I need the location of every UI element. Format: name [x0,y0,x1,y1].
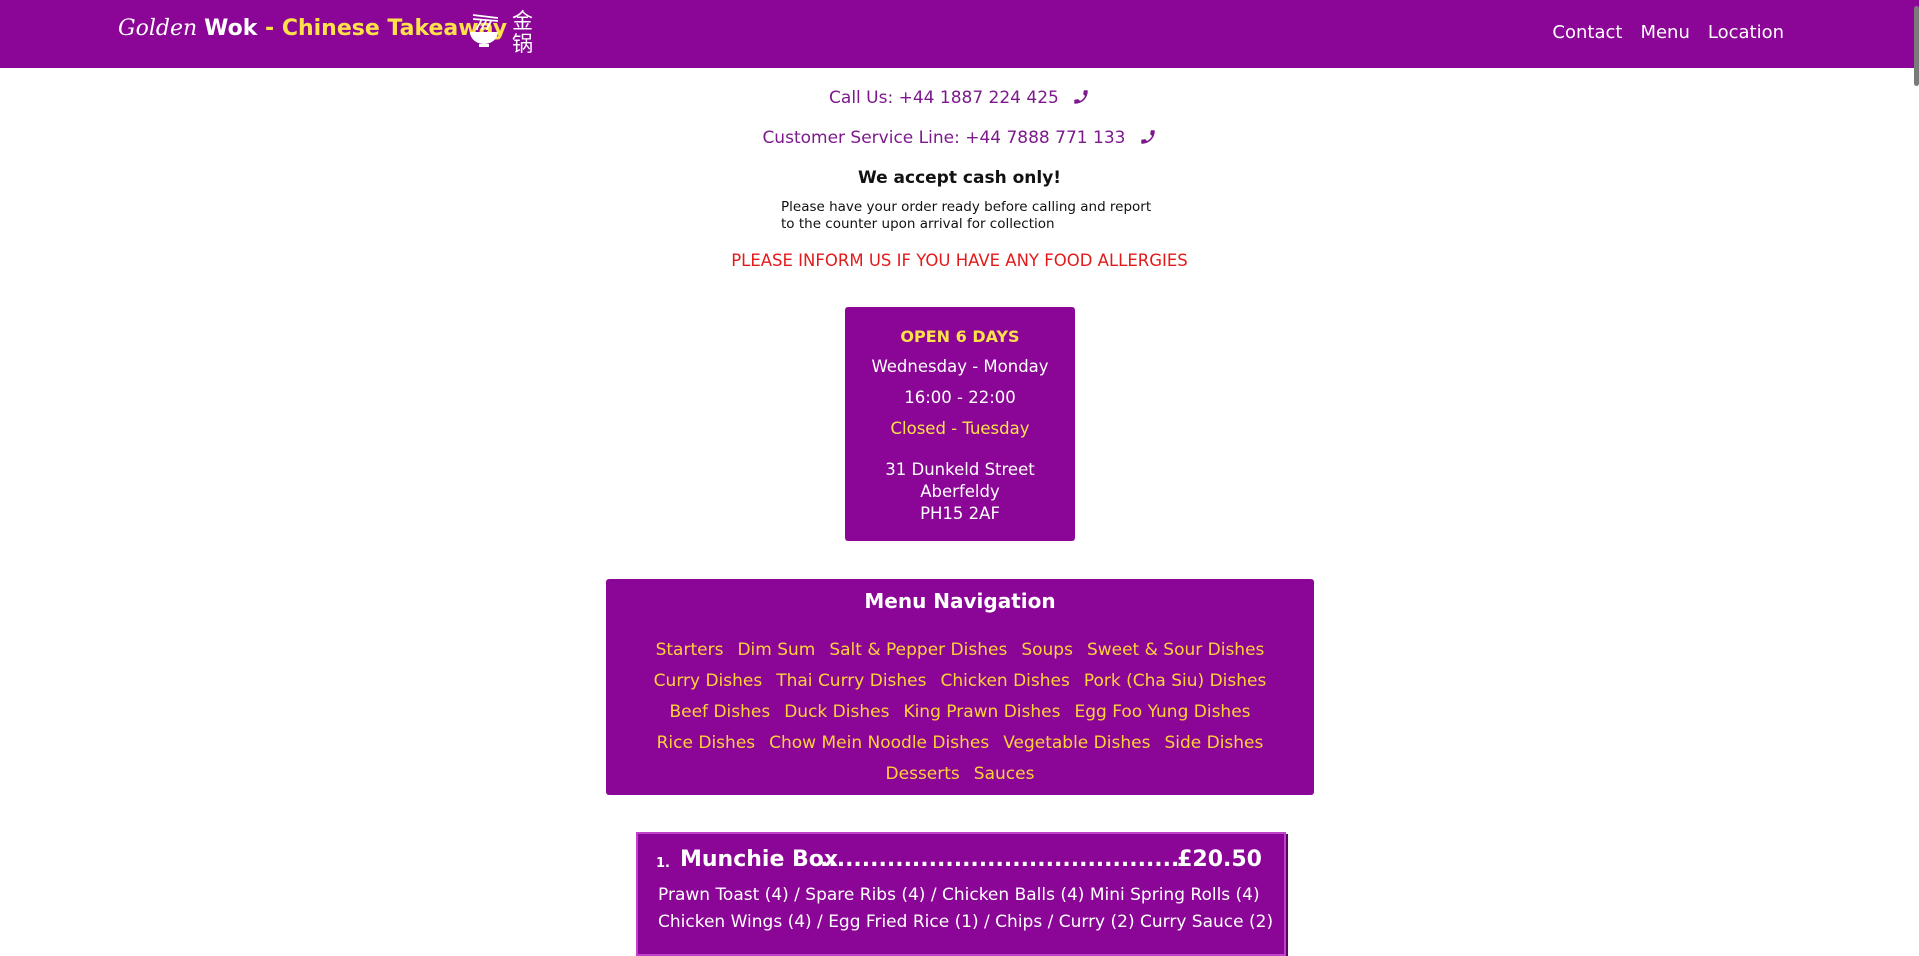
menu-navigation-links: Starters Dim Sum Salt & Pepper Dishes Soups… [636,635,1284,790]
menu-link-sauces[interactable]: Sauces [974,759,1035,790]
brand-golden: Golden [118,16,198,41]
menu-item-leader-dots: ........................................… [820,847,1180,872]
phone-icon [1140,130,1155,144]
menu-link-thai-curry[interactable]: Thai Curry Dishes [776,666,926,697]
top-navbar: Golden Wok - Chinese Takeaway 金 锅 Contac… [0,0,1919,68]
menu-link-sweet-sour[interactable]: Sweet & Sour Dishes [1087,635,1264,666]
open-days-heading: OPEN 6 DAYS [900,327,1020,346]
menu-link-chicken[interactable]: Chicken Dishes [941,666,1070,697]
menu-link-king-prawn[interactable]: King Prawn Dishes [903,697,1060,728]
address-postcode: PH15 2AF [920,504,1000,523]
opening-hours-box: OPEN 6 DAYS Wednesday - Monday 16:00 - 2… [845,307,1075,541]
brand-chinese-char-2: 锅 [512,32,533,56]
nav-link-menu[interactable]: Menu [1640,22,1689,43]
menu-link-desserts[interactable]: Desserts [886,759,960,790]
menu-navigation-box: Menu Navigation Starters Dim Sum Salt & Pe… [606,579,1314,795]
menu-link-beef[interactable]: Beef Dishes [669,697,770,728]
address-town: Aberfeldy [920,482,1000,501]
menu-item-name: Munchie Box [680,847,839,872]
menu-item-description: Prawn Toast (4) / Spare Ribs (4) / Chick… [658,885,1260,905]
menu-link-pork[interactable]: Pork (Cha Siu) Dishes [1084,666,1266,697]
brand-logo[interactable]: Golden Wok - Chinese Takeaway [118,16,507,41]
call-us-line[interactable]: Call Us: +44 1887 224 425 [0,88,1919,108]
brand-dash: - [257,16,282,41]
customer-service-text[interactable]: Customer Service Line: +44 7888 771 133 [762,128,1125,148]
nav-link-location[interactable]: Location [1708,22,1784,43]
nav-link-contact[interactable]: Contact [1552,22,1622,43]
menu-item-description-2: Chicken Wings (4) / Egg Fried Rice (1) /… [658,912,1274,932]
customer-service-line[interactable]: Customer Service Line: +44 7888 771 133 [0,128,1919,148]
menu-item-price: £20.50 [1177,847,1262,872]
allergy-warning: PLEASE INFORM US IF YOU HAVE ANY FOOD AL… [731,251,1188,270]
menu-item-number: 1. [656,856,670,871]
menu-link-egg-foo-yung[interactable]: Egg Foo Yung Dishes [1074,697,1250,728]
menu-link-curry[interactable]: Curry Dishes [654,666,763,697]
address-street: 31 Dunkeld Street [885,460,1035,479]
phone-icon [1074,90,1088,104]
order-note-line-2: to the counter upon arrival for collecti… [781,216,1055,232]
brand-chinese: 金 锅 [512,10,533,56]
bowl-icon [470,14,499,47]
call-us-text[interactable]: Call Us: +44 1887 224 425 [829,88,1059,108]
brand-chinese-char-1: 金 [512,9,533,33]
menu-link-salt-pepper[interactable]: Salt & Pepper Dishes [829,635,1007,666]
cash-only-notice: We accept cash only! [857,168,1062,188]
menu-link-soups[interactable]: Soups [1021,635,1073,666]
menu-link-side[interactable]: Side Dishes [1164,728,1263,759]
menu-navigation-title: Menu Navigation [864,589,1056,613]
menu-link-vegetable[interactable]: Vegetable Dishes [1003,728,1150,759]
scrollbar-thumb[interactable] [1914,6,1919,86]
menu-link-duck[interactable]: Duck Dishes [784,697,889,728]
open-days-range: Wednesday - Monday [871,357,1049,376]
order-note: Please have your order ready before call… [781,199,1201,233]
brand-wok: Wok [204,16,258,41]
order-note-line-1: Please have your order ready before call… [781,199,1152,215]
open-hours: 16:00 - 22:00 [904,388,1016,407]
closed-day: Closed - Tuesday [890,419,1030,438]
nav-links: Contact Menu Location [1552,22,1784,43]
menu-link-chow-mein[interactable]: Chow Mein Noodle Dishes [769,728,989,759]
address: 31 Dunkeld Street Aberfeldy PH15 2AF [845,459,1075,525]
menu-link-dim-sum[interactable]: Dim Sum [737,635,815,666]
menu-link-starters[interactable]: Starters [656,635,724,666]
menu-link-rice[interactable]: Rice Dishes [657,728,756,759]
menu-item-card: 1. Munchie Box .........................… [636,832,1286,956]
